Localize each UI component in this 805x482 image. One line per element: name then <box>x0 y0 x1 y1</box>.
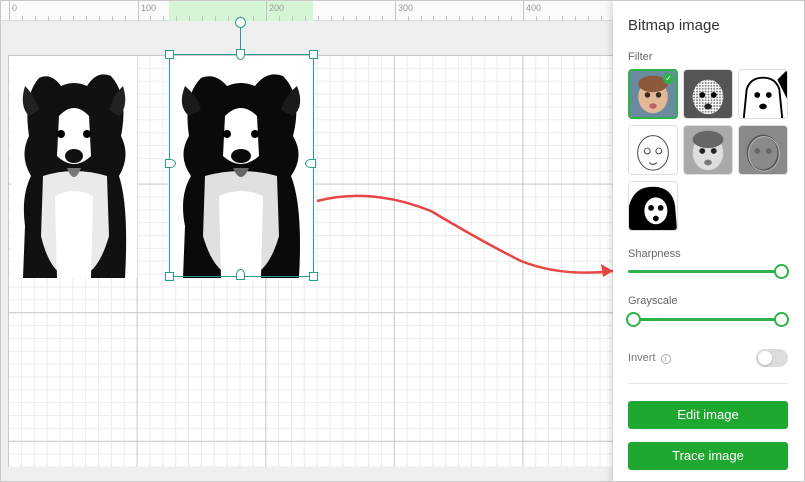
ruler-label-100: 100 <box>141 3 157 13</box>
selected-check-icon: ✓ <box>663 73 674 84</box>
invert-toggle[interactable] <box>756 349 788 367</box>
rotation-line <box>240 27 241 49</box>
ruler-label-0: 0 <box>12 3 18 13</box>
resize-handle-left[interactable] <box>165 159 176 168</box>
ruler-minor-tick <box>176 16 177 21</box>
resize-handle-top-right[interactable] <box>309 50 318 59</box>
baby-threshold-icon <box>629 182 677 230</box>
edit-image-button[interactable]: Edit image <box>628 401 788 429</box>
resize-handle-bottom-right[interactable] <box>309 272 318 281</box>
ruler-minor-tick <box>562 16 563 21</box>
ruler-minor-tick <box>588 16 589 21</box>
sharpness-label: Sharpness <box>628 248 681 260</box>
invert-row: Invert i <box>628 352 671 364</box>
ruler-minor-tick <box>138 16 139 21</box>
baby-grayscale-icon <box>684 126 732 174</box>
horizontal-ruler: 0 100 200 300 400 <box>1 1 613 21</box>
app-window: 0 100 200 300 400 Bitmap image Filter ✓ … <box>0 0 805 482</box>
panel-title: Bitmap image <box>628 17 720 34</box>
baby-halftone-icon <box>684 70 732 118</box>
ruler-minor-tick <box>382 16 383 21</box>
ruler-minor-tick <box>253 16 254 21</box>
filter-emboss[interactable] <box>738 125 788 175</box>
properties-panel: Bitmap image Filter ✓ Sharpness Grayscal… <box>613 1 804 481</box>
invert-label: Invert <box>628 352 656 364</box>
selection-box[interactable] <box>169 54 314 277</box>
ruler-label-400: 400 <box>526 3 542 13</box>
ruler-minor-tick <box>601 16 602 21</box>
ruler-minor-tick <box>331 16 332 21</box>
grayscale-slider-min-knob[interactable] <box>626 312 641 327</box>
ruler-minor-tick <box>395 16 396 21</box>
ruler-minor-tick <box>356 16 357 21</box>
ruler-minor-tick <box>22 16 23 21</box>
ruler-minor-tick <box>369 16 370 21</box>
ruler-minor-tick <box>485 16 486 21</box>
ruler-minor-tick <box>421 16 422 21</box>
ruler-label-200: 200 <box>269 3 285 13</box>
baby-emboss-icon <box>739 126 787 174</box>
ruler-minor-tick <box>86 16 87 21</box>
ruler-minor-tick <box>305 16 306 21</box>
ruler-minor-tick <box>549 16 550 21</box>
filter-halftone[interactable] <box>683 69 733 119</box>
ruler-minor-tick <box>228 16 229 21</box>
resize-handle-bottom-left[interactable] <box>165 272 174 281</box>
ruler-minor-tick <box>459 16 460 21</box>
ruler-minor-tick <box>215 16 216 21</box>
resize-handle-top[interactable] <box>236 49 245 60</box>
divider <box>628 383 788 384</box>
rotate-handle[interactable] <box>235 17 246 28</box>
ruler-minor-tick <box>48 16 49 21</box>
baby-sketch-icon <box>629 126 677 174</box>
ruler-minor-tick <box>536 16 537 21</box>
info-icon[interactable]: i <box>660 354 671 364</box>
ruler-minor-tick <box>318 16 319 21</box>
dog-image-original[interactable] <box>11 56 137 278</box>
sharpness-slider-track[interactable] <box>628 270 789 273</box>
resize-handle-top-left[interactable] <box>165 50 174 59</box>
ruler-minor-tick <box>292 16 293 21</box>
filter-label: Filter <box>628 51 653 63</box>
ruler-minor-tick <box>125 16 126 21</box>
ruler-label-300: 300 <box>398 3 414 13</box>
ruler-minor-tick <box>9 16 10 21</box>
grayscale-label: Grayscale <box>628 295 678 307</box>
resize-handle-bottom[interactable] <box>236 269 245 280</box>
ruler-minor-tick <box>163 16 164 21</box>
ruler-minor-tick <box>150 16 151 21</box>
ruler-minor-tick <box>35 16 36 21</box>
ruler-minor-tick <box>99 16 100 21</box>
ruler-minor-tick <box>112 16 113 21</box>
filter-high-contrast[interactable] <box>738 69 788 119</box>
ruler-minor-tick <box>446 16 447 21</box>
ruler-minor-tick <box>575 16 576 21</box>
filter-sketch[interactable] <box>628 125 678 175</box>
ruler-minor-tick <box>189 16 190 21</box>
ruler-minor-tick <box>498 16 499 21</box>
ruler-minor-tick <box>472 16 473 21</box>
baby-high-contrast-icon <box>739 70 787 118</box>
ruler-minor-tick <box>266 16 267 21</box>
ruler-minor-tick <box>202 16 203 21</box>
ruler-minor-tick <box>73 16 74 21</box>
filter-threshold[interactable] <box>628 181 678 231</box>
ruler-minor-tick <box>433 16 434 21</box>
grayscale-slider-max-knob[interactable] <box>774 312 789 327</box>
grayscale-slider-track[interactable] <box>628 318 789 321</box>
ruler-minor-tick <box>343 16 344 21</box>
ruler-minor-tick <box>523 16 524 21</box>
ruler-minor-tick <box>60 16 61 21</box>
ruler-minor-tick <box>408 16 409 21</box>
invert-toggle-knob <box>758 351 772 365</box>
ruler-minor-tick <box>511 16 512 21</box>
trace-image-button[interactable]: Trace image <box>628 442 788 470</box>
ruler-minor-tick <box>279 16 280 21</box>
sharpness-slider-knob[interactable] <box>774 264 789 279</box>
filter-original[interactable]: ✓ <box>628 69 678 119</box>
filter-grayscale[interactable] <box>683 125 733 175</box>
resize-handle-right[interactable] <box>305 159 316 168</box>
